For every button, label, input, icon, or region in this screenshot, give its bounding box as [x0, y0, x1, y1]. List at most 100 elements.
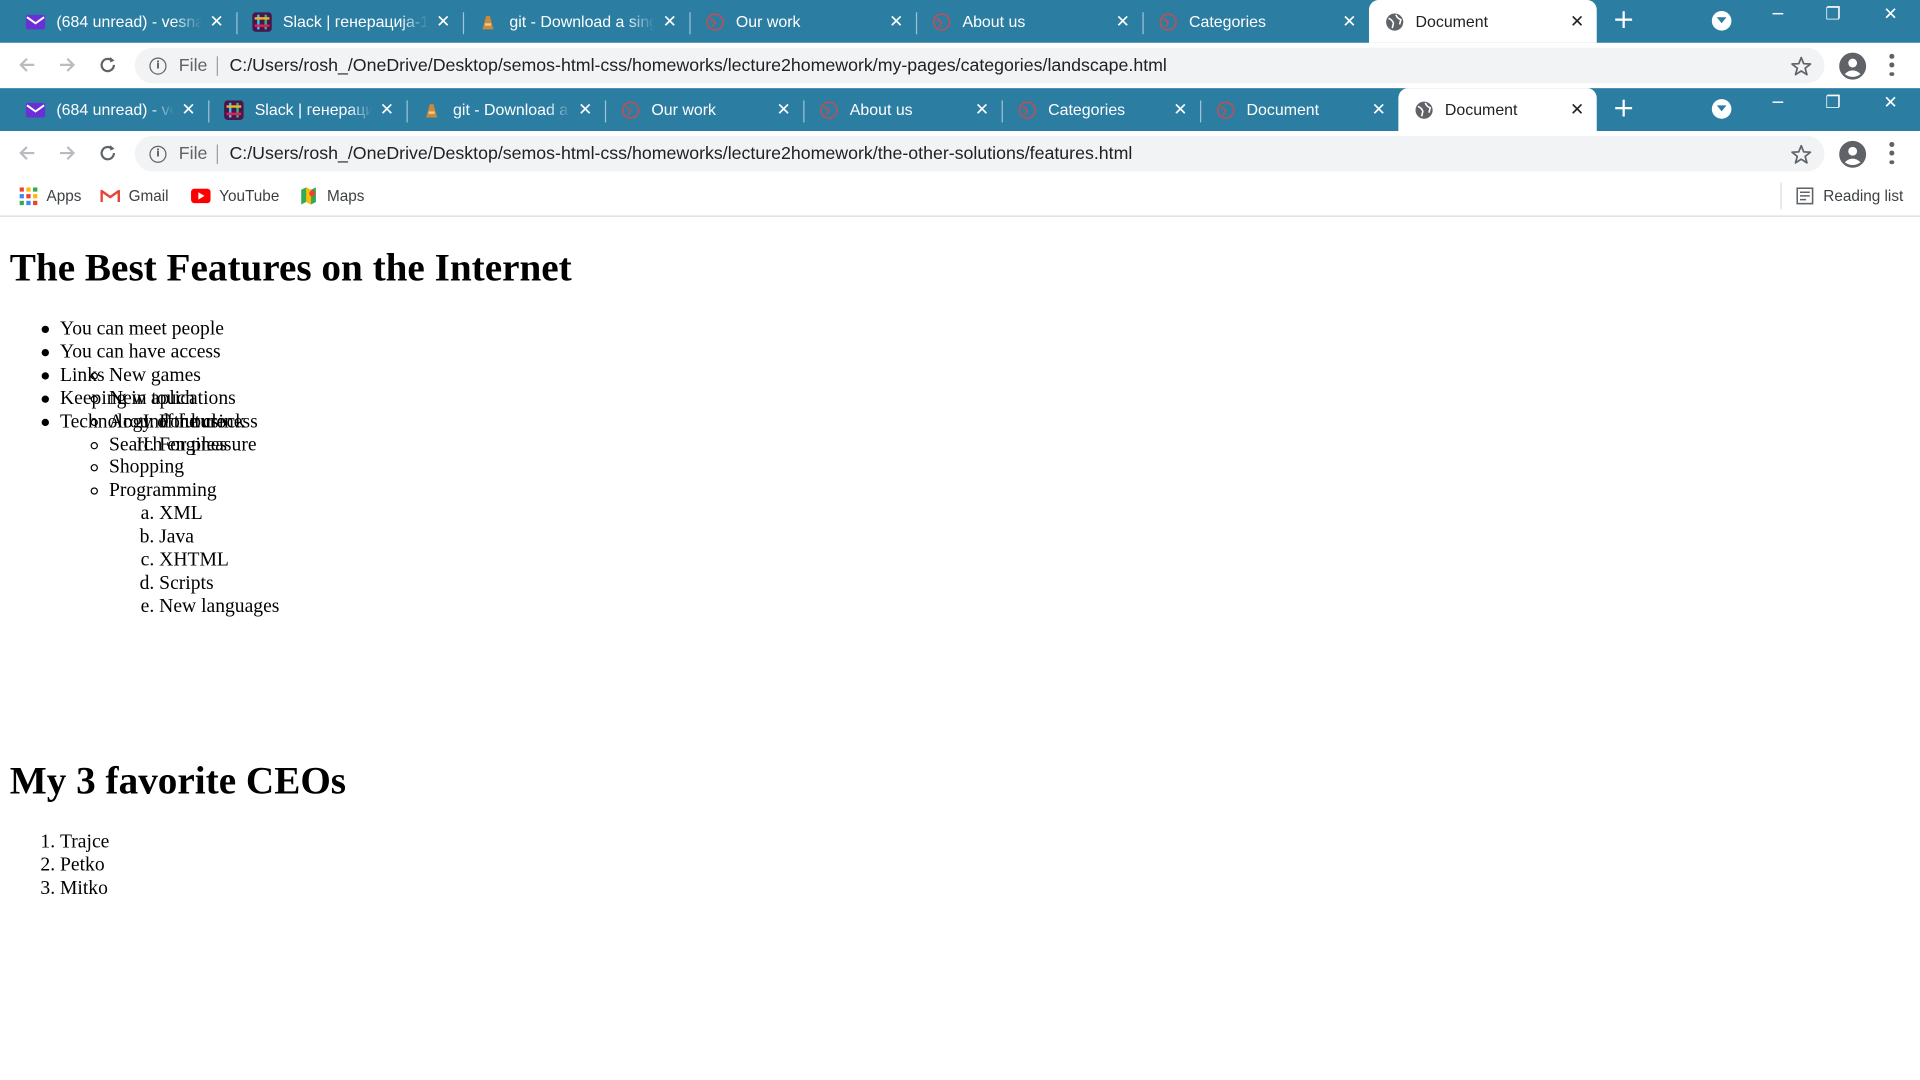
tab-title: Our work — [651, 100, 717, 119]
tab-about-us[interactable]: About us ✕ — [916, 2, 1144, 40]
list-item: c. XHTML — [141, 550, 279, 573]
tab-categories[interactable]: Categories ✕ — [1002, 91, 1202, 129]
tab-our-work[interactable]: Our work ✕ — [605, 91, 805, 129]
tab-title: Categories — [1188, 12, 1266, 31]
list-item: Links — [41, 365, 225, 388]
close-icon[interactable]: ✕ — [433, 11, 453, 32]
divider — [217, 143, 219, 164]
minimize-button[interactable]: ─ — [1766, 5, 1790, 25]
list-marker: b. — [139, 526, 155, 548]
bookmark-maps[interactable]: Maps — [299, 184, 365, 208]
close-icon[interactable]: ✕ — [377, 99, 397, 120]
toolbar-second: i File C:/Users/rosh_/OneDrive/Desktop/s… — [0, 131, 1920, 177]
forward-button[interactable] — [55, 141, 79, 165]
list-item: e. New languages — [141, 596, 280, 619]
list-item-label: Programming — [108, 480, 217, 502]
close-icon[interactable]: ✕ — [207, 11, 227, 32]
back-button[interactable] — [15, 53, 39, 77]
bookmark-youtube[interactable]: YouTube — [191, 184, 279, 208]
bookmark-star-icon[interactable] — [1790, 55, 1812, 77]
list-item: d. Scripts — [140, 573, 279, 596]
close-icon[interactable]: ✕ — [972, 99, 992, 120]
tab-document-active[interactable]: Document ✕ — [1368, 0, 1597, 43]
url-scheme: File — [178, 55, 208, 76]
tab-search-button[interactable] — [1711, 11, 1732, 31]
bookmark-star-icon[interactable] — [1790, 143, 1812, 165]
url-text[interactable]: C:/Users/rosh_/OneDrive/Desktop/semos-ht… — [229, 144, 1132, 164]
globe-icon — [932, 12, 952, 32]
close-icon[interactable]: ✕ — [179, 99, 199, 120]
reload-button[interactable] — [96, 53, 120, 77]
list-item: Programming a. XML b. Java c. XHTML d. Scrip… — [90, 480, 279, 617]
minimize-button[interactable]: ─ — [1766, 93, 1790, 113]
tab-title: Slack | генерација-13 — [282, 12, 429, 31]
tab-categories[interactable]: Categories ✕ — [1142, 2, 1369, 40]
address-bar[interactable]: i File C:/Users/rosh_/OneDrive/Desktop/s… — [134, 135, 1825, 172]
tab-slack[interactable]: Slack | генерација ✕ — [208, 91, 408, 129]
profile-icon[interactable] — [1838, 140, 1867, 169]
list-item-label: Java — [159, 526, 195, 548]
info-icon[interactable]: i — [149, 145, 167, 163]
tab-title: (684 unread) - vesna — [56, 100, 174, 119]
close-icon[interactable]: ✕ — [660, 11, 680, 32]
url-text[interactable]: C:/Users/rosh_/OneDrive/Desktop/semos-ht… — [229, 56, 1166, 76]
tab-title: About us — [962, 12, 1026, 31]
bookmark-gmail[interactable]: Gmail — [100, 184, 169, 208]
close-icon[interactable]: ✕ — [576, 99, 596, 120]
tab-document-active[interactable]: Document ✕ — [1398, 88, 1597, 132]
list-item: a. XML — [141, 504, 279, 527]
tab-git[interactable]: git - Download a s ✕ — [407, 91, 607, 129]
bookmark-label: Apps — [46, 187, 82, 205]
tab-mail[interactable]: (684 unread) - vesna_r ✕ — [10, 2, 238, 40]
programming-list: a. XML b. Java c. XHTML d. Scripts e. New lan… — [140, 504, 280, 620]
tab-slack[interactable]: Slack | генерација-13 ✕ — [236, 2, 465, 40]
new-tab-button[interactable]: + — [1609, 95, 1638, 125]
bookmarks-bar: Apps Gmail YouTube Maps Reading list — [0, 176, 1920, 217]
window-close-button[interactable]: ✕ — [1878, 5, 1902, 25]
close-icon[interactable]: ✕ — [774, 99, 794, 120]
gmail-icon — [100, 186, 121, 206]
bookmark-label: YouTube — [219, 187, 280, 205]
window-close-button[interactable]: ✕ — [1878, 93, 1902, 113]
bookmark-apps[interactable]: Apps — [18, 184, 81, 208]
profile-icon[interactable] — [1838, 51, 1867, 80]
close-icon[interactable]: ✕ — [1567, 99, 1587, 120]
tab-mail[interactable]: (684 unread) - vesna ✕ — [10, 91, 210, 129]
tab-git[interactable]: git - Download a single ✕ — [463, 2, 691, 40]
globe-icon — [1414, 100, 1434, 120]
list-item: Search engines — [90, 434, 245, 457]
bookmark-label: Maps — [326, 187, 365, 205]
globe-icon — [1158, 12, 1178, 32]
info-icon[interactable]: i — [149, 56, 167, 75]
reload-button[interactable] — [96, 141, 120, 165]
tab-strip-top: (684 unread) - vesna_r ✕ Slack | генерац… — [0, 0, 1920, 43]
tab-our-work[interactable]: Our work ✕ — [689, 2, 918, 40]
apps-grid-icon — [18, 186, 38, 206]
list-item-label: Trajce — [60, 831, 110, 853]
tab-title: Categories — [1048, 100, 1126, 119]
tab-search-button[interactable] — [1711, 99, 1732, 119]
divider — [1780, 182, 1782, 210]
browser-window: (684 unread) - vesna_r ✕ Slack | генерац… — [0, 0, 1920, 1080]
menu-icon[interactable] — [1889, 53, 1894, 76]
new-tab-button[interactable]: + — [1609, 7, 1638, 36]
close-icon[interactable]: ✕ — [1567, 11, 1587, 32]
reading-list-button[interactable]: Reading list — [1795, 184, 1903, 208]
close-icon[interactable]: ✕ — [1113, 11, 1133, 32]
back-button[interactable] — [15, 141, 39, 165]
menu-icon[interactable] — [1889, 142, 1894, 165]
restore-button[interactable]: ❐ — [1821, 93, 1845, 113]
forward-button[interactable] — [55, 53, 79, 77]
list-item: 3. Mitko — [40, 878, 109, 901]
tab-about-us[interactable]: About us ✕ — [803, 91, 1003, 129]
tab-title: Our work — [735, 12, 801, 31]
tab-document[interactable]: Document ✕ — [1200, 91, 1398, 129]
slack-icon — [224, 99, 244, 120]
address-bar[interactable]: i File C:/Users/rosh_/OneDrive/Desktop/s… — [134, 47, 1825, 84]
close-icon[interactable]: ✕ — [1340, 11, 1360, 32]
close-icon[interactable]: ✕ — [1171, 99, 1191, 120]
page-content: The Best Features on the Internet You ca… — [0, 217, 1920, 1080]
restore-button[interactable]: ❐ — [1821, 5, 1845, 25]
close-icon[interactable]: ✕ — [1369, 99, 1389, 120]
close-icon[interactable]: ✕ — [887, 11, 907, 32]
